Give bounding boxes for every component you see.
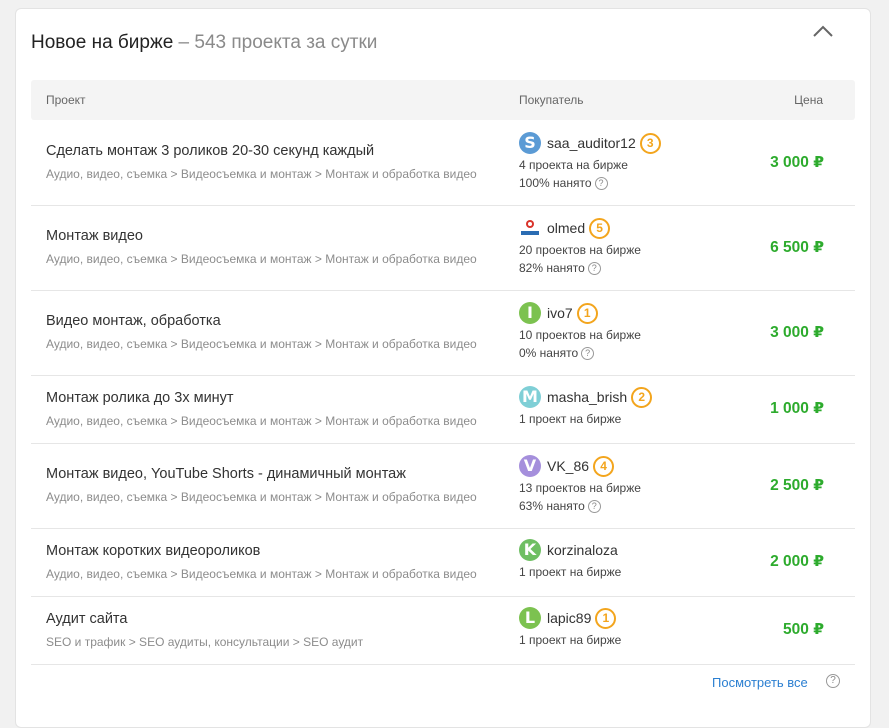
help-icon[interactable]: ?: [826, 674, 840, 688]
project-title[interactable]: Монтаж коротких видеороликов: [46, 543, 260, 559]
buyer-projects-count: 4 проекта на бирже: [519, 158, 628, 172]
table-row: Аудит сайта SEO и трафик > SEO аудиты, к…: [31, 596, 855, 665]
table-row: Монтаж видео Аудио, видео, съемка > Виде…: [31, 205, 855, 291]
column-price: Цена: [794, 93, 823, 107]
avatar[interactable]: V: [519, 455, 541, 477]
see-all-link[interactable]: Посмотреть все: [712, 675, 808, 690]
project-category: Аудио, видео, съемка > Видеосъемка и мон…: [46, 252, 477, 266]
project-title[interactable]: Монтаж видео, YouTube Shorts - динамичны…: [46, 466, 406, 482]
project-price: 6 500 ₽: [770, 239, 824, 256]
project-category: Аудио, видео, съемка > Видеосъемка и мон…: [46, 337, 477, 351]
level-badge: 3: [639, 132, 661, 154]
project-title[interactable]: Аудит сайта: [46, 611, 127, 627]
column-project: Проект: [46, 93, 86, 107]
avatar[interactable]: L: [519, 607, 541, 629]
buyer-projects-count: 1 проект на бирже: [519, 633, 622, 647]
level-badge: 4: [593, 455, 615, 477]
buyer-projects-count: 13 проектов на бирже: [519, 481, 641, 495]
project-price: 500 ₽: [783, 621, 824, 638]
help-icon[interactable]: ?: [587, 262, 601, 276]
buyer-name[interactable]: ivo7: [547, 305, 573, 321]
hired-text: 63% нанято: [519, 499, 585, 513]
buyer-name[interactable]: olmed: [547, 220, 585, 236]
level-badge: 2: [631, 386, 653, 408]
hired-text: 0% нанято: [519, 346, 579, 360]
chevron-up-icon[interactable]: [812, 24, 834, 38]
buyer-hired-rate: 0% нанято?: [519, 346, 595, 361]
help-icon[interactable]: ?: [594, 177, 608, 191]
hired-text: 82% нанято: [519, 261, 585, 275]
buyer-hired-rate: 100% нанято?: [519, 176, 608, 191]
project-category: Аудио, видео, съемка > Видеосъемка и мон…: [46, 490, 477, 504]
project-title[interactable]: Монтаж видео: [46, 228, 143, 244]
table-row: Сделать монтаж 3 роликов 20-30 секунд ка…: [31, 120, 855, 206]
table-row: Монтаж ролика до 3х минут Аудио, видео, …: [31, 375, 855, 444]
avatar[interactable]: M: [519, 386, 541, 408]
project-title[interactable]: Монтаж ролика до 3х минут: [46, 390, 234, 406]
buyer-hired-rate: 82% нанято?: [519, 261, 601, 276]
project-price: 2 500 ₽: [770, 477, 824, 494]
column-buyer: Покупатель: [519, 93, 584, 107]
buyer-projects-count: 20 проектов на бирже: [519, 243, 641, 257]
help-icon[interactable]: ?: [581, 347, 595, 361]
table-row: Монтаж видео, YouTube Shorts - динамичны…: [31, 443, 855, 529]
project-category: SEO и трафик > SEO аудиты, консультации …: [46, 635, 364, 649]
buyer-projects-count: 10 проектов на бирже: [519, 328, 641, 342]
level-badge: 1: [576, 302, 598, 324]
project-title[interactable]: Сделать монтаж 3 роликов 20-30 секунд ка…: [46, 143, 374, 159]
project-category: Аудио, видео, съемка > Видеосъемка и мон…: [46, 167, 477, 181]
project-price: 2 000 ₽: [770, 553, 824, 570]
title-main: Новое на бирже: [31, 32, 174, 53]
buyer-projects-count: 1 проект на бирже: [519, 565, 622, 579]
level-badge: 1: [595, 607, 617, 629]
project-title[interactable]: Видео монтаж, обработка: [46, 313, 221, 329]
buyer-name[interactable]: saa_auditor12: [547, 135, 636, 151]
buyer-name[interactable]: VK_86: [547, 458, 589, 474]
table-row: Видео монтаж, обработка Аудио, видео, съ…: [31, 290, 855, 376]
project-price: 3 000 ₽: [770, 154, 824, 171]
project-category: Аудио, видео, съемка > Видеосъемка и мон…: [46, 567, 477, 581]
project-price: 3 000 ₽: [770, 324, 824, 341]
section-title: Новое на бирже – 543 проекта за сутки: [31, 31, 874, 55]
buyer-name[interactable]: masha_brish: [547, 389, 627, 405]
avatar[interactable]: S: [519, 132, 541, 154]
table-header: Проект Покупатель Цена: [31, 80, 855, 120]
buyer-name[interactable]: korzinaloza: [547, 542, 618, 558]
buyer-projects-count: 1 проект на бирже: [519, 412, 622, 426]
project-price: 1 000 ₽: [770, 400, 824, 417]
title-count: – 543 проекта за сутки: [173, 32, 378, 53]
avatar[interactable]: I: [519, 302, 541, 324]
project-category: Аудио, видео, съемка > Видеосъемка и мон…: [46, 414, 477, 428]
buyer-hired-rate: 63% нанято?: [519, 499, 601, 514]
help-icon[interactable]: ?: [587, 500, 601, 514]
buyer-name[interactable]: lapic89: [547, 610, 591, 626]
hired-text: 100% нанято: [519, 176, 592, 190]
avatar[interactable]: [519, 217, 541, 239]
level-badge: 5: [589, 217, 611, 239]
table-row: Монтаж коротких видеороликов Аудио, виде…: [31, 528, 855, 597]
avatar[interactable]: K: [519, 539, 541, 561]
